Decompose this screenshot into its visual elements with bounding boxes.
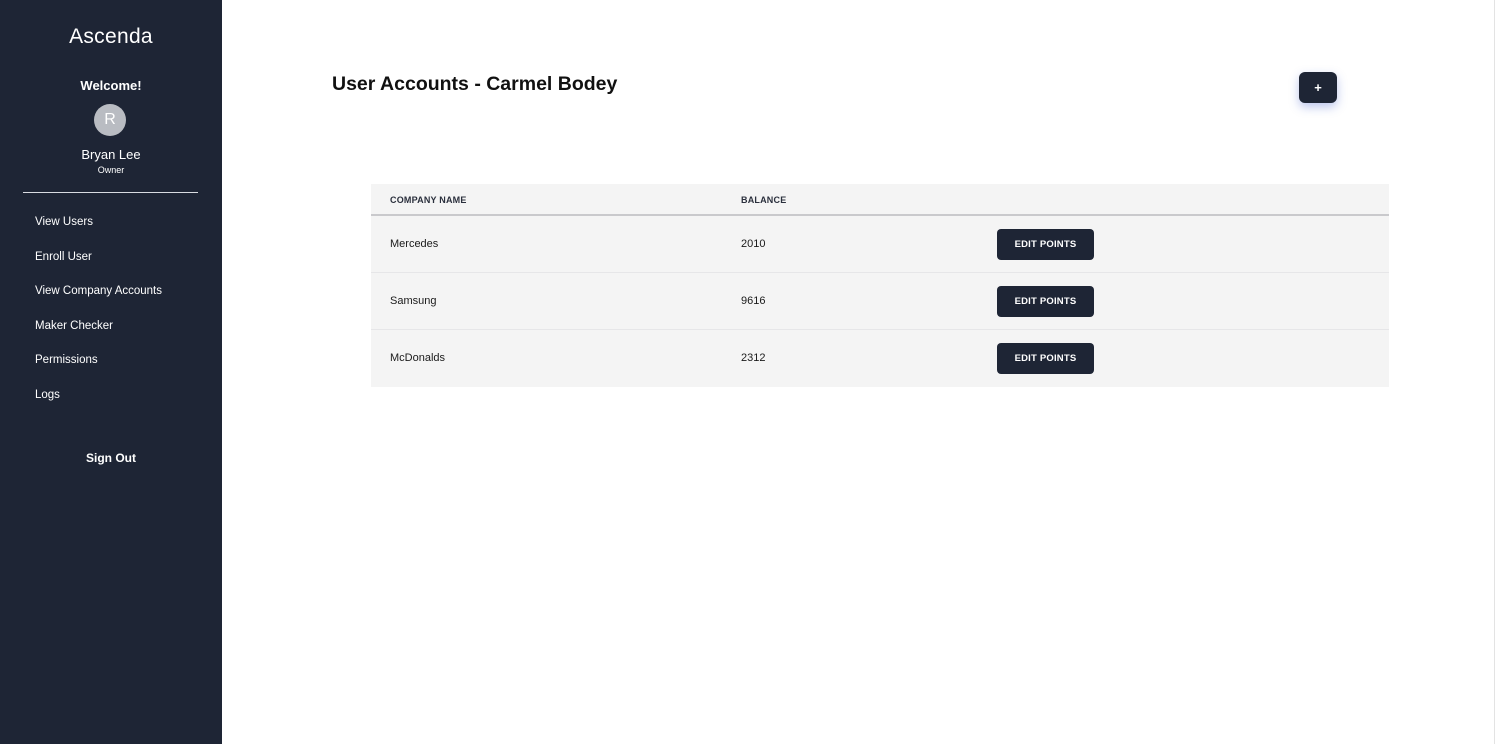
column-header-company-name: COMPANY NAME	[390, 195, 467, 205]
balance-cell: 2010	[741, 238, 766, 250]
edit-points-button[interactable]: EDIT POINTS	[997, 343, 1094, 374]
table-header: COMPANY NAME BALANCE	[371, 184, 1389, 216]
company-name-cell: Samsung	[390, 295, 437, 307]
balance-cell: 9616	[741, 295, 766, 307]
sidebar-divider	[23, 192, 198, 193]
company-name-cell: McDonalds	[390, 352, 446, 364]
user-role: Owner	[97, 165, 125, 175]
edit-points-button[interactable]: EDIT POINTS	[997, 286, 1094, 317]
ascenda-logo: Ascenda	[69, 25, 153, 48]
accounts-table: COMPANY NAME BALANCE Mercedes 2010 EDIT …	[371, 184, 1389, 387]
sidebar: Ascenda Welcome! R Bryan Lee Owner View …	[0, 0, 222, 744]
table-row: McDonalds 2312 EDIT POINTS	[371, 330, 1389, 387]
page-title: User Accounts - Carmel Bodey	[332, 73, 618, 95]
balance-cell: 2312	[741, 352, 766, 364]
sidebar-item-logs[interactable]: Logs	[35, 383, 162, 418]
sidebar-nav: View Users Enroll User View Company Acco…	[35, 210, 162, 417]
sidebar-item-permissions[interactable]: Permissions	[35, 348, 162, 383]
avatar: R	[94, 104, 126, 136]
welcome-text: Welcome!	[80, 78, 142, 93]
sidebar-item-view-users[interactable]: View Users	[35, 210, 162, 245]
sidebar-item-view-company-accounts[interactable]: View Company Accounts	[35, 279, 162, 314]
table-row: Samsung 9616 EDIT POINTS	[371, 273, 1389, 330]
app-root: Ascenda Welcome! R Bryan Lee Owner View …	[0, 0, 1504, 744]
table-row: Mercedes 2010 EDIT POINTS	[371, 216, 1389, 273]
sidebar-item-maker-checker[interactable]: Maker Checker	[35, 314, 162, 349]
sign-out-button[interactable]: Sign Out	[0, 451, 222, 465]
edit-points-button[interactable]: EDIT POINTS	[997, 229, 1094, 260]
window-edge-divider	[1494, 0, 1495, 744]
add-account-button[interactable]: +	[1299, 72, 1337, 103]
user-name: Bryan Lee	[81, 147, 141, 162]
sidebar-item-enroll-user[interactable]: Enroll User	[35, 245, 162, 280]
column-header-balance: BALANCE	[741, 195, 787, 205]
company-name-cell: Mercedes	[390, 238, 439, 250]
